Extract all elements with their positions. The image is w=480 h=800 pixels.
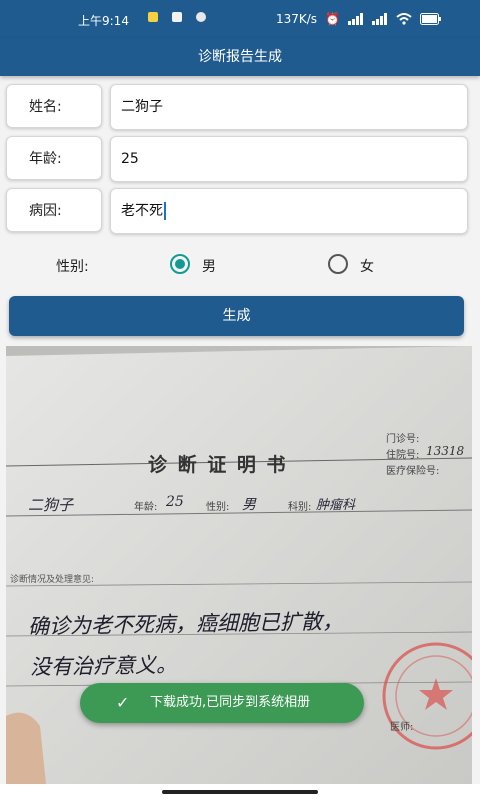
name-label: 姓名: [6, 84, 102, 128]
wifi-icon [396, 13, 412, 25]
gender-option-female-label: 女 [360, 259, 374, 275]
status-time: 上午9:14 [78, 14, 129, 28]
age-label: 年龄: [6, 136, 102, 180]
text-caret [164, 202, 166, 220]
name-input[interactable]: 二狗子 [110, 84, 468, 130]
gender-option-male[interactable]: 男 [170, 250, 230, 280]
cause-row: 病因: 老不死 [6, 188, 468, 234]
notification-app-icon-2 [196, 12, 206, 22]
page-title: 诊断报告生成 [198, 49, 282, 65]
admission-number: 13318 [426, 444, 465, 458]
cause-input[interactable]: 老不死 [110, 188, 468, 234]
gender-option-male-label: 男 [202, 259, 216, 275]
side-field-insurance: 医疗保险号: [386, 466, 440, 477]
gender-option-female[interactable]: 女 [328, 250, 388, 280]
certificate-title: 诊 断 证 明 书 [148, 454, 288, 476]
doc-gender-value: 男 [242, 497, 256, 513]
cause-label: 病因: [6, 188, 102, 232]
doc-dept-value: 肿瘤科 [316, 498, 356, 513]
gesture-nav-bar [0, 784, 480, 800]
doc-section-label: 诊断情况及处理意见: [10, 575, 95, 585]
status-bar: 上午9:14 137K/s ⏰ [0, 0, 480, 38]
battery-icon [420, 13, 441, 25]
doc-age-value: 25 [166, 494, 184, 510]
home-indicator[interactable] [162, 790, 318, 794]
side-field-inpatient: 住院号: [386, 450, 420, 461]
notification-app-icon [172, 12, 182, 22]
name-row: 姓名: 二狗子 [6, 84, 468, 130]
handwriting-line-2: 没有治疗意义。 [29, 652, 178, 680]
network-speed: 137K/s [275, 12, 318, 26]
doc-age-label: 年龄: [134, 502, 158, 513]
doc-gender-label: 性别: [206, 502, 230, 513]
doc-dept-label: 科别: [288, 502, 312, 513]
gender-group: 性别: 男 女 [0, 250, 480, 280]
radio-unselected-icon [328, 254, 348, 274]
toast-message: 下载成功,已同步到系统相册 [150, 695, 311, 710]
download-success-toast: ✓ 下载成功,已同步到系统相册 [80, 683, 364, 723]
doc-name-value: 二狗子 [28, 496, 74, 514]
signal-icon [348, 13, 363, 25]
age-input[interactable]: 25 [110, 136, 468, 182]
age-row: 年龄: 25 [6, 136, 468, 182]
status-icons: 137K/s ⏰ [276, 12, 442, 26]
cause-input-text: 老不死 [121, 203, 163, 219]
handwriting-line-1: 确诊为老不死病，癌细胞已扩散， [27, 609, 344, 639]
app-title-bar: 诊断报告生成 [0, 38, 480, 76]
side-field-outpatient: 门诊号: [386, 434, 420, 445]
generate-button[interactable]: 生成 [9, 296, 464, 336]
alarm-icon: ⏰ [325, 12, 340, 26]
signal-icon-2 [372, 13, 387, 25]
gender-label: 性别: [56, 259, 89, 275]
check-icon: ✓ [116, 693, 130, 712]
notification-yellow-icon [148, 12, 158, 22]
doctor-label: 医师: [390, 722, 414, 733]
radio-selected-icon [170, 254, 190, 274]
